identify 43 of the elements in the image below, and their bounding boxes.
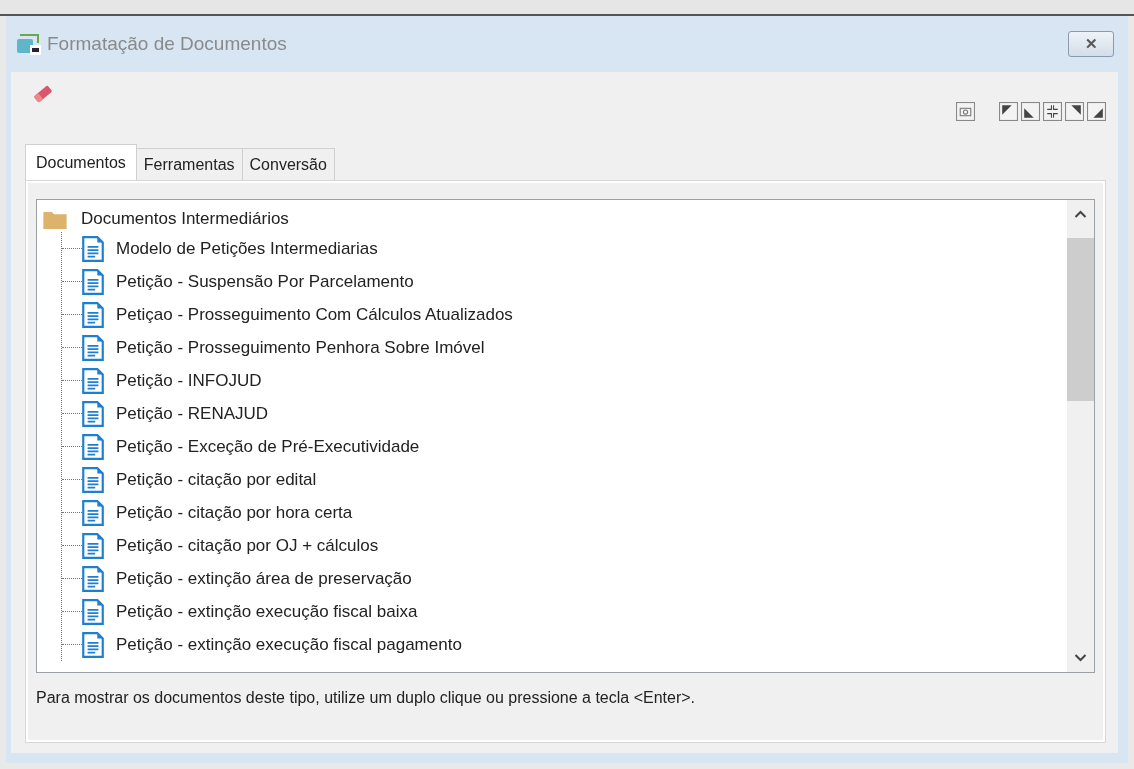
document-icon (82, 334, 104, 361)
app-icon (17, 33, 41, 55)
document-icon (82, 301, 104, 328)
tree-item[interactable]: Petição - Prosseguimento Penhora Sobre Imóvel (62, 331, 1061, 364)
tree-item[interactable]: Modelo de Petições Intermediarias (62, 232, 1061, 265)
document-icon (82, 532, 104, 559)
camera-icon[interactable] (956, 102, 975, 121)
tab[interactable]: Conversão (241, 148, 335, 180)
folder-icon (43, 209, 67, 229)
tree-item[interactable]: Petição - citação por OJ + cálculos (62, 529, 1061, 562)
align-bottom-left-icon[interactable] (1021, 102, 1040, 121)
scroll-up-icon[interactable] (1074, 210, 1087, 218)
document-icon (82, 433, 104, 460)
center-icon[interactable] (1043, 102, 1062, 121)
document-icon (82, 499, 104, 526)
tree-item[interactable]: Petiçao - Prosseguimento Com Cálculos Atualizados (62, 298, 1061, 331)
document-icon (82, 268, 104, 295)
align-top-right-icon[interactable] (1065, 102, 1084, 121)
hint-text: Para mostrar os documentos deste tipo, utilize um duplo clique ou pressione a tecla <Enter>. (36, 689, 697, 707)
tree-item[interactable]: Petição - INFOJUD (62, 364, 1061, 397)
scrollbar[interactable] (1067, 200, 1094, 672)
tree-item[interactable]: Petição - RENAJUD (62, 397, 1061, 430)
align-bottom-right-icon[interactable] (1087, 102, 1106, 121)
document-icon (82, 631, 104, 658)
tree-item[interactable]: Petição - citação por edital (62, 463, 1061, 496)
tree-item[interactable]: Petição - Exceção de Pré-Executividade (62, 430, 1061, 463)
tree-item[interactable]: Petição - extinção área de preservação (62, 562, 1061, 595)
window-title: Formatação de Documentos (47, 33, 288, 55)
tree-item[interactable]: Petição - citação por hora certa (62, 496, 1061, 529)
document-icon (82, 565, 104, 592)
document-icon (82, 466, 104, 493)
tree-item[interactable]: Petição - extinção execução fiscal baixa (62, 595, 1061, 628)
scroll-down-icon[interactable] (1074, 654, 1087, 662)
tab[interactable]: Documentos (25, 144, 137, 180)
document-icon (82, 367, 104, 394)
tree-item[interactable]: Petição - Suspensão Por Parcelamento (62, 265, 1061, 298)
close-button[interactable]: ✕ (1068, 31, 1114, 57)
document-icon (82, 235, 104, 262)
document-icon (82, 400, 104, 427)
tree-item[interactable]: Documentos Intermediários (43, 206, 1061, 232)
tree-item[interactable]: Petição - extinção execução fiscal pagamento (62, 628, 1061, 661)
document-icon (82, 598, 104, 625)
align-top-left-icon[interactable] (999, 102, 1018, 121)
